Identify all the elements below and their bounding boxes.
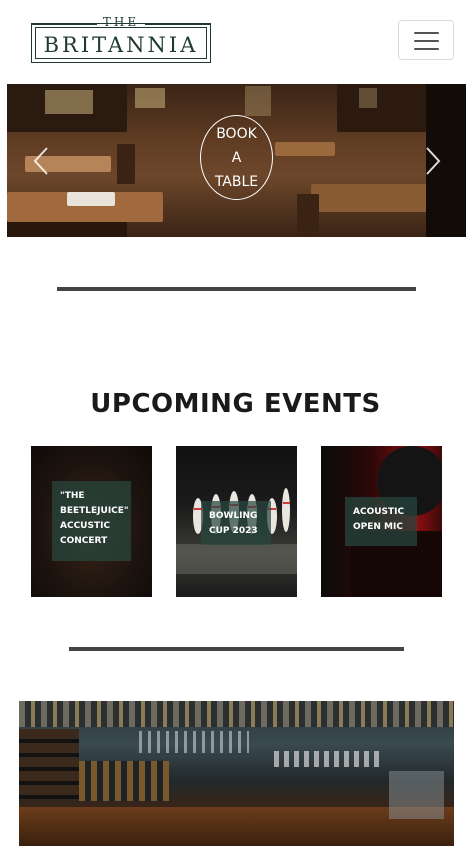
hero-scenery	[245, 86, 271, 116]
menu-toggle-button[interactable]	[398, 20, 454, 60]
hamburger-icon	[414, 32, 439, 34]
logo-frame: BRITANNIA	[31, 23, 211, 63]
chevron-right-icon	[426, 147, 441, 175]
wine-rack	[19, 729, 79, 799]
logo-wordmark: BRITANNIA	[43, 33, 199, 57]
event-card[interactable]: BOWLING CUP 2023	[176, 446, 297, 597]
hero-scenery	[337, 84, 427, 132]
hero-scenery	[67, 192, 115, 206]
bar-equipment	[389, 771, 444, 819]
hero-scenery	[311, 184, 429, 212]
section-divider	[57, 287, 416, 291]
book-label-line: BOOK	[216, 126, 257, 142]
chevron-left-icon	[33, 147, 48, 175]
event-card-label: ACOUSTIC OPEN MIC	[345, 497, 417, 546]
event-card[interactable]: ACOUSTIC OPEN MIC	[321, 446, 442, 597]
hamburger-icon-bar	[414, 40, 439, 42]
hero-scenery	[359, 88, 377, 108]
book-label-line: TABLE	[214, 174, 259, 190]
hero-scenery	[297, 194, 319, 237]
hero-scenery	[275, 142, 335, 156]
logo[interactable]: THE BRITANNIA	[31, 16, 211, 63]
glass-rack	[139, 731, 249, 753]
events-heading: UPCOMING EVENTS	[90, 389, 381, 419]
section-divider	[69, 647, 404, 651]
event-card-label: BOWLING CUP 2023	[201, 501, 271, 545]
bottle-shelf	[79, 761, 169, 801]
hero-scenery	[117, 144, 135, 184]
hamburger-icon-bar	[414, 48, 439, 50]
bar-photo	[19, 701, 454, 846]
hero-scenery	[135, 88, 165, 108]
event-card-label: "THE BEETLEJUICE" ACCUSTIC CONCERT	[52, 481, 131, 561]
hero-scenery	[45, 90, 93, 114]
carousel-prev-button[interactable]	[29, 144, 53, 178]
hero-carousel[interactable]: BOOK A TABLE	[7, 84, 466, 237]
bottle-shelf	[19, 701, 454, 727]
bottle-shelf	[274, 751, 384, 767]
book-a-table-button[interactable]: BOOK A TABLE	[200, 115, 273, 200]
hero-scenery	[7, 222, 127, 237]
event-card[interactable]: "THE BEETLEJUICE" ACCUSTIC CONCERT	[31, 446, 152, 597]
carousel-next-button[interactable]	[421, 144, 445, 178]
book-label-line: A	[231, 150, 242, 166]
